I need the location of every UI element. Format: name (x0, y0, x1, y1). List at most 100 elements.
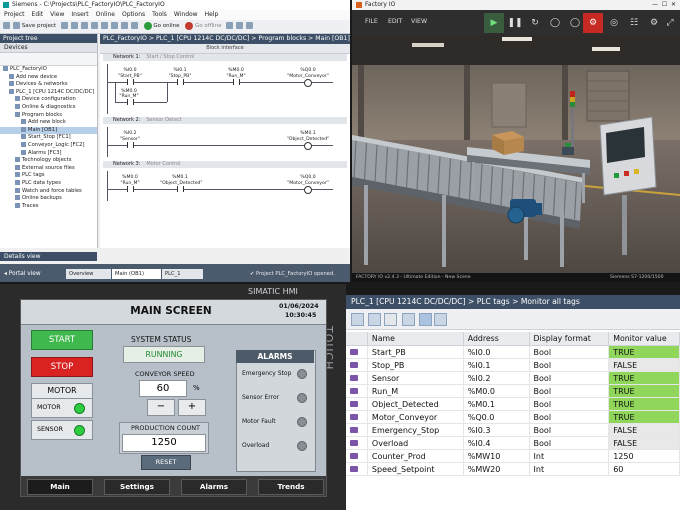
tab-overview[interactable]: Overview (66, 269, 111, 279)
contact-symbol[interactable] (177, 186, 184, 192)
tag-value-cell[interactable]: FALSE (608, 423, 680, 437)
window-controls[interactable]: — ☐ ✕ (652, 0, 676, 10)
contact-symbol[interactable] (127, 142, 134, 148)
fullscreen-icon[interactable]: ⤢ (660, 13, 680, 33)
sensor-view-icon[interactable]: ◎ (604, 13, 624, 33)
menu-window[interactable]: Window (174, 11, 198, 18)
contact-symbol[interactable] (233, 79, 240, 85)
col-format[interactable]: Display format (529, 332, 610, 346)
menu-project[interactable]: Project (4, 11, 25, 18)
col-name[interactable]: Name (367, 332, 464, 346)
hmi-nav-alarms-button[interactable]: Alarms (181, 479, 247, 495)
menu-edit-fio[interactable]: EDIT (388, 18, 402, 25)
motor-button[interactable]: MOTOR (31, 383, 93, 399)
contact-symbol[interactable] (127, 79, 134, 85)
tag-value-cell[interactable]: TRUE (608, 384, 680, 398)
menu-file[interactable]: FILE (365, 18, 378, 25)
tree-item[interactable]: Conveyor_Logic [FC2] (0, 141, 97, 150)
undo-icon[interactable] (90, 22, 98, 29)
tag-row[interactable]: Motor_Conveyor %Q0.0 Bool TRUE (346, 410, 680, 424)
start-button[interactable]: START (31, 330, 93, 350)
coil-symbol[interactable] (304, 79, 312, 87)
tree-item[interactable]: External source files (0, 164, 97, 173)
col-monitor-value[interactable]: Monitor value (608, 332, 680, 346)
pause-icon[interactable]: ❚❚ (505, 13, 525, 33)
menu-view[interactable]: View (50, 11, 64, 18)
tree-item[interactable]: PLC data types (0, 179, 97, 188)
tag-row[interactable]: Speed_Setpoint %MW20 Int 60 (346, 462, 680, 476)
menu-online[interactable]: Online (96, 11, 115, 18)
tag-value-cell[interactable]: TRUE (608, 345, 680, 359)
contact-symbol[interactable] (127, 186, 134, 192)
menu-view-fio[interactable]: VIEW (411, 18, 427, 25)
hmi-nav-settings-button[interactable]: Settings (104, 479, 170, 495)
hmi-nav-main-button[interactable]: Main (27, 479, 93, 495)
tag-row[interactable]: Overload %I0.4 Bool FALSE (346, 436, 680, 450)
coil-symbol[interactable] (304, 142, 312, 150)
speed-increase-button[interactable]: + (178, 399, 206, 416)
download-icon[interactable] (120, 22, 128, 29)
tag-row[interactable]: Stop_PB %I0.1 Bool FALSE (346, 358, 680, 372)
add-tag-icon[interactable] (351, 313, 364, 326)
contact-symbol[interactable] (177, 79, 184, 85)
tree-item[interactable]: Add new device (0, 73, 97, 82)
monitor-icon[interactable] (226, 22, 234, 29)
tree-item[interactable]: Program blocks (0, 111, 97, 120)
tree-item[interactable]: Traces (0, 202, 97, 211)
start-cpu-icon[interactable] (246, 22, 254, 29)
cut-icon[interactable] (60, 22, 68, 29)
menu-insert[interactable]: Insert (71, 11, 88, 18)
tag-row[interactable]: Start_PB %I0.0 Bool TRUE (346, 345, 680, 359)
block-interface-bar[interactable]: Block interface (100, 44, 350, 54)
stop-cpu-icon[interactable] (236, 22, 244, 29)
details-view-header[interactable]: Details view (0, 252, 97, 261)
tree-item[interactable]: Start_Stop [FC1] (0, 134, 97, 142)
insert-row-icon[interactable] (368, 313, 381, 326)
devices-tab[interactable]: Devices (0, 43, 97, 53)
modify-values-icon[interactable] (434, 313, 447, 326)
tag-value-cell[interactable]: FALSE (608, 436, 680, 450)
go-online-button[interactable]: Go online (153, 23, 179, 29)
tag-value-cell[interactable]: TRUE (608, 371, 680, 385)
tree-item[interactable]: PLC tags (0, 172, 97, 180)
tree-item[interactable]: Device configuration (0, 96, 97, 104)
tree-item[interactable]: Online & diagnostics (0, 103, 97, 112)
tree-item[interactable]: Devices & networks (0, 81, 97, 89)
drivers-icon[interactable]: ⚙ (583, 13, 603, 33)
col-address[interactable]: Address (463, 332, 530, 346)
stop-button[interactable]: STOP (31, 357, 93, 377)
tag-value-cell[interactable]: FALSE (608, 358, 680, 372)
tree-item[interactable]: PLC_FactoryIO (0, 66, 97, 74)
new-project-icon[interactable] (3, 22, 10, 29)
go-offline-button[interactable]: Go offline (195, 23, 221, 29)
export-icon[interactable] (402, 313, 415, 326)
copy-icon[interactable] (70, 22, 78, 29)
tree-item[interactable]: Add new block (0, 119, 97, 127)
ladder-network[interactable]: Network 1: Start / Stop Control %I0.0 "Star… (103, 54, 347, 116)
tree-item[interactable]: Main [OB1] (0, 126, 97, 135)
network-header[interactable]: Network 3: Motor Control (103, 161, 347, 168)
save-icon[interactable] (13, 22, 20, 29)
ladder-network[interactable]: Network 3: Motor Control %M0.0 "Run_M" %M0.1… (103, 161, 347, 203)
speed-decrease-button[interactable]: − (147, 399, 175, 416)
tab-plc1[interactable]: PLC_1 (162, 269, 203, 279)
network-header[interactable]: Network 1: Start / Stop Control (103, 54, 347, 61)
menu-help[interactable]: Help (205, 11, 219, 18)
tag-row[interactable]: Emergency_Stop %I0.3 Bool FALSE (346, 423, 680, 437)
play-icon[interactable]: ▶ (484, 13, 504, 33)
delete-row-icon[interactable] (384, 313, 397, 326)
reset-button[interactable]: RESET (141, 455, 191, 470)
redo-icon[interactable] (100, 22, 108, 29)
compile-icon[interactable] (110, 22, 118, 29)
portal-view-link[interactable]: ◂ Portal view (4, 269, 41, 279)
factory-3d-scene[interactable] (352, 35, 680, 273)
paste-icon[interactable] (80, 22, 88, 29)
tag-value-cell[interactable]: 60 (608, 462, 680, 476)
save-project-button[interactable]: Save project (22, 23, 56, 29)
tag-value-cell[interactable]: 1250 (608, 449, 680, 463)
ladder-network[interactable]: Network 2: Sensor Detect %I0.2 "Sensor" %M0.… (103, 117, 347, 159)
reset-icon[interactable]: ↻ (525, 13, 545, 33)
hmi-nav-trends-button[interactable]: Trends (258, 479, 324, 495)
tree-item[interactable]: PLC_1 [CPU 1214C DC/DC/DC] (0, 88, 97, 97)
tag-row[interactable]: Sensor %I0.2 Bool TRUE (346, 371, 680, 385)
